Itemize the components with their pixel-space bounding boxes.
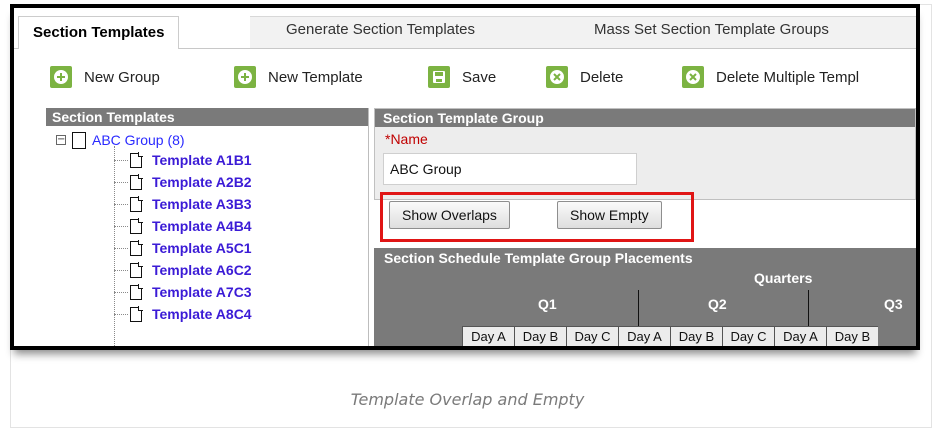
tree-item[interactable]: Template A2B2 [130,172,252,192]
tab-mass-set-section-template-groups[interactable]: Mass Set Section Template Groups [594,16,829,44]
figure-caption: Template Overlap and Empty [350,390,585,409]
screenshot: Section Templates Generate Section Templ… [10,4,920,350]
tab-section-templates[interactable]: Section Templates [18,16,180,49]
document-icon [130,217,143,234]
placements-title: Section Schedule Template Group Placemen… [384,250,693,266]
quarters-label: Quarters [754,270,813,286]
document-icon [130,261,143,278]
save-disk-icon [428,66,450,88]
show-empty-button[interactable]: Show Empty [557,201,662,229]
tree-panel-header: Section Templates [46,108,368,126]
name-field[interactable] [383,153,637,185]
new-template-button[interactable]: New Template [234,64,363,90]
plus-circle-icon [234,66,256,88]
tree-root-group[interactable]: − ABC Group (8) [56,130,185,150]
tree-item[interactable]: Template A5C1 [130,238,252,258]
tree-item[interactable]: Template A4B4 [130,216,252,236]
document-icon [130,283,143,300]
tree-item[interactable]: Template A7C3 [130,282,252,302]
day-header-cell: Day A [774,326,826,346]
section-template-group-box: Section Template Group *Name [374,108,916,200]
show-overlaps-button[interactable]: Show Overlaps [389,201,510,229]
document-icon [130,195,143,212]
name-label: *Name [385,131,428,147]
day-header-cell: Day B [514,326,566,346]
plus-circle-icon [50,66,72,88]
highlight-box: Show Overlaps Show Empty [380,192,694,242]
day-header-cell: Day A [462,326,514,346]
tab-generate-section-templates[interactable]: Generate Section Templates [286,16,475,44]
quarter-header: Q3 [884,296,903,312]
group-panel-header: Section Template Group [375,109,915,127]
document-icon [130,173,143,190]
delete-button[interactable]: Delete [546,64,623,90]
day-header-cell: Day C [566,326,618,346]
tab-bar: Section Templates Generate Section Templ… [14,8,916,60]
tree-item[interactable]: Template A3B3 [130,194,252,214]
x-circle-icon [682,66,704,88]
day-header-cell: Day A [618,326,670,346]
save-button[interactable]: Save [428,64,496,90]
day-header-cell: Day C [722,326,774,346]
tree-item[interactable]: Template A6C2 [130,260,252,280]
new-group-button[interactable]: New Group [50,64,160,90]
toolbar: New Group New Template Save Delete Delet… [14,58,916,98]
section-template-group-panel: Section Template Group *Name Show Overla… [374,108,916,346]
document-icon [130,239,143,256]
x-circle-icon [546,66,568,88]
document-icon [130,151,143,168]
day-header-cell: Day B [670,326,722,346]
document-icon [130,305,143,322]
tree-item[interactable]: Template A8C4 [130,304,252,324]
delete-multiple-templates-button[interactable]: Delete Multiple Templ [682,64,859,90]
collapse-icon[interactable]: − [56,135,66,145]
quarter-header: Q2 [708,296,727,312]
day-header-row: Day A Day B Day C Day A Day B Day C Day … [462,326,878,346]
placements-grid: Section Schedule Template Group Placemen… [374,248,916,346]
quarter-header: Q1 [538,296,557,312]
section-templates-tree-panel: Section Templates − ABC Group (8) Templa… [46,108,369,346]
folder-doc-icon [72,131,86,149]
day-header-cell: Day B [826,326,878,346]
tree-item[interactable]: Template A1B1 [130,150,252,170]
